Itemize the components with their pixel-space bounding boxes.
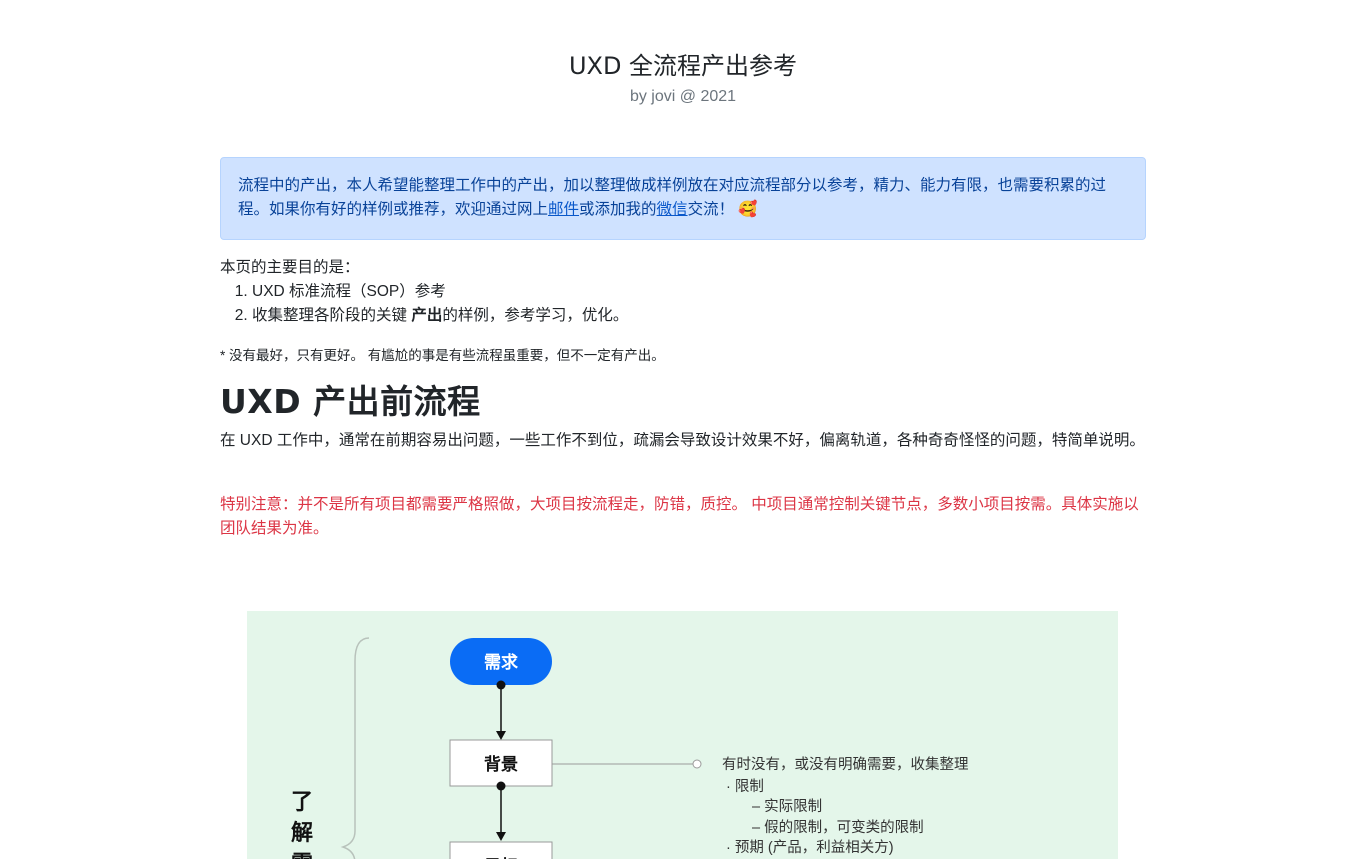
intro-item-text: UXD 标准流程（SOP）参考 (252, 283, 446, 300)
intro-list: UXD 标准流程（SOP）参考 收集整理各阶段的关键 产出的样例，参考学习，优化… (220, 280, 1146, 328)
mail-link[interactable]: 邮件 (548, 201, 579, 218)
side-label-char: 了 (291, 790, 314, 815)
warning-paragraph: 特别注意：并不是所有项目都需要严格照做，大项目按流程走，防错，质控。 中项目通常… (220, 496, 1139, 537)
arrow-head (496, 832, 506, 841)
intro-list-item: UXD 标准流程（SOP）参考 (252, 280, 1146, 304)
note-line: – 实际限制 (752, 799, 823, 815)
intro-lead: 本页的主要目的是： (220, 259, 360, 276)
flow-diagram-svg: 需求 背景 目标 (340, 637, 702, 859)
note-line: – 假的限制，可变类的限制 (752, 820, 924, 836)
side-label-char: 需 (291, 846, 313, 859)
note-line: 有时没有，或没有明确需要，收集整理 (722, 757, 969, 773)
intro-item-suffix: 的样例，参考学习，优化。 (442, 307, 629, 324)
background-node-label: 背景 (484, 754, 518, 775)
footnote: * 没有最好，只有更好。 有尴尬的事是有些流程虽重要，但不一定有产出。 (220, 348, 665, 363)
arrow-head (496, 731, 506, 740)
intro-item-bold: 产出 (411, 307, 443, 324)
note-line: · 预期 (产品，利益相关方) (726, 840, 894, 856)
note-connector-end (692, 759, 702, 769)
alert-text-3: 交流！ (687, 201, 735, 218)
side-label-char: 解 (291, 821, 314, 846)
info-alert: 流程中的产出，本人希望能整理工作中的产出，加以整理做成样例放在对应流程部分以参考… (220, 157, 1146, 240)
intro-item-prefix: 收集整理各阶段的关键 (252, 307, 412, 324)
page-byline: by jovi @ 2021 (629, 88, 737, 105)
page-title: UXD 全流程产出参考 (568, 52, 798, 80)
start-node-label: 需求 (484, 652, 518, 673)
wechat-link[interactable]: 微信 (657, 201, 688, 218)
intro-list-item: 收集整理各阶段的关键 产出的样例，参考学习，优化。 (252, 304, 1146, 328)
flow-diagram: 需求 背景 目标 了 解 需 有时没有，或没有明确需要，收集整理 · 限制 – … (247, 611, 1118, 859)
note-line: · 限制 (726, 779, 764, 795)
section-heading: UXD 产出前流程 (220, 382, 481, 421)
section-paragraph: 在 UXD 工作中，通常在前期容易出问题，一些工作不到位，疏漏会导致设计效果不好… (220, 432, 1145, 449)
smiling-face-hearts-icon: 🥰 (738, 201, 758, 218)
intro-block: 本页的主要目的是： UXD 标准流程（SOP）参考 收集整理各阶段的关键 产出的… (220, 256, 1146, 328)
alert-text-2: 或添加我的 (579, 201, 657, 218)
brace-shape (340, 637, 370, 859)
